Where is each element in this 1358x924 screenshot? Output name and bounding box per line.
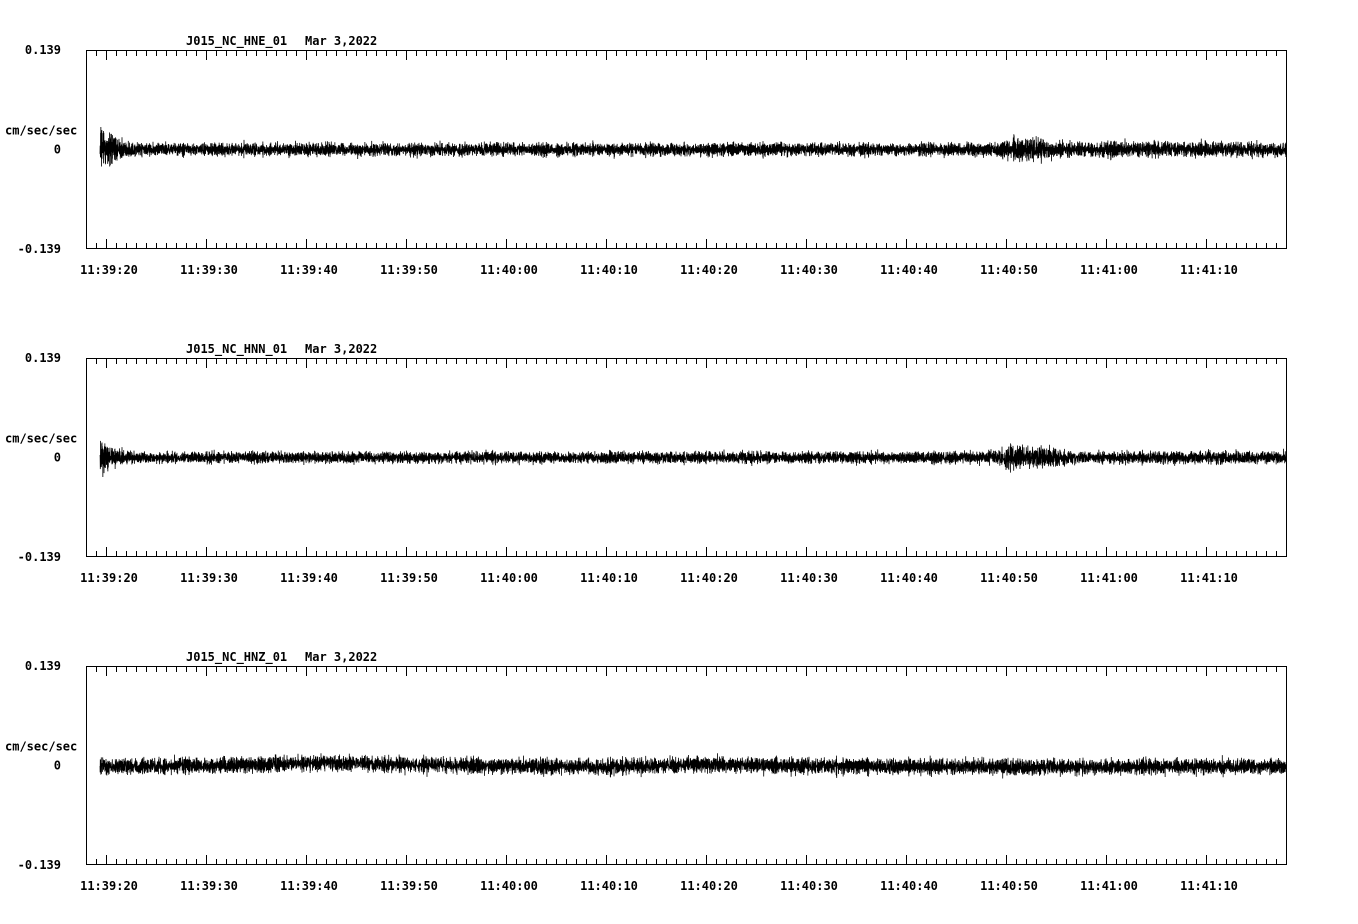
- x-tick-label: 11:39:20: [80, 571, 138, 585]
- x-tick-label: 11:39:30: [180, 571, 238, 585]
- x-tick-label: 11:40:10: [580, 879, 638, 893]
- x-tick-label: 11:39:30: [180, 263, 238, 277]
- x-tick-label: 11:39:50: [380, 263, 438, 277]
- x-tick-label: 11:40:30: [780, 879, 838, 893]
- x-tick-label: 11:39:50: [380, 571, 438, 585]
- y-tick-label-max: 0.139: [25, 351, 61, 365]
- y-tick-label-min: -0.139: [18, 242, 61, 256]
- panel-date: Mar 3,2022: [305, 34, 377, 48]
- panel-date: Mar 3,2022: [305, 650, 377, 664]
- y-tick-label-max: 0.139: [25, 43, 61, 57]
- x-tick-label: 11:39:30: [180, 879, 238, 893]
- waveform-trace: [99, 753, 1287, 779]
- seismogram-panel-1: J015_NC_HNE_01 Mar 3,2022 0.139 0 -0.139 cm/s…: [5, 34, 1287, 277]
- x-tick-label: 11:40:40: [880, 879, 938, 893]
- x-tick-label: 11:41:00: [1080, 263, 1138, 277]
- seismogram-figure: J015_NC_HNE_01 Mar 3,2022 0.139 0 -0.139 cm/s…: [5, 34, 1287, 893]
- x-tick-label: 11:40:00: [480, 263, 538, 277]
- x-tick-label: 11:41:10: [1180, 571, 1238, 585]
- panel-date: Mar 3,2022: [305, 342, 377, 356]
- x-tick-label: 11:40:10: [580, 571, 638, 585]
- x-tick-label: 11:40:20: [680, 263, 738, 277]
- y-tick-label-min: -0.139: [18, 858, 61, 872]
- y-tick-label-zero: 0: [54, 759, 61, 773]
- waveform-trace: [99, 440, 1287, 478]
- y-tick-label-min: -0.139: [18, 550, 61, 564]
- y-axis-label: cm/sec/sec: [5, 740, 77, 754]
- seismogram-panel-2: J015_NC_HNN_01 Mar 3,2022 0.139 0 -0.139 cm/s…: [5, 342, 1287, 585]
- panel-title: J015_NC_HNE_01: [186, 34, 287, 49]
- x-tick-label: 11:39:50: [380, 879, 438, 893]
- x-tick-label: 11:39:20: [80, 879, 138, 893]
- x-tick-label: 11:39:20: [80, 263, 138, 277]
- x-tick-label: 11:40:00: [480, 571, 538, 585]
- x-tick-label: 11:39:40: [280, 879, 338, 893]
- y-axis-label: cm/sec/sec: [5, 124, 77, 138]
- x-tick-label: 11:40:20: [680, 879, 738, 893]
- x-tick-label: 11:40:40: [880, 263, 938, 277]
- x-tick-label: 11:40:10: [580, 263, 638, 277]
- x-tick-label: 11:41:10: [1180, 879, 1238, 893]
- x-tick-label: 11:40:30: [780, 571, 838, 585]
- x-tick-label: 11:40:50: [980, 571, 1038, 585]
- panel-title: J015_NC_HNZ_01: [186, 650, 287, 665]
- x-tick-label: 11:41:00: [1080, 571, 1138, 585]
- x-tick-label: 11:39:40: [280, 571, 338, 585]
- panel-title: J015_NC_HNN_01: [186, 342, 287, 357]
- x-tick-label: 11:40:50: [980, 879, 1038, 893]
- x-tick-label: 11:40:40: [880, 571, 938, 585]
- x-tick-label: 11:40:50: [980, 263, 1038, 277]
- x-tick-label: 11:41:10: [1180, 263, 1238, 277]
- x-tick-label: 11:40:30: [780, 263, 838, 277]
- y-tick-label-max: 0.139: [25, 659, 61, 673]
- x-tick-label: 11:39:40: [280, 263, 338, 277]
- y-tick-label-zero: 0: [54, 143, 61, 157]
- waveform-trace: [99, 127, 1287, 167]
- x-tick-label: 11:40:00: [480, 879, 538, 893]
- y-tick-label-zero: 0: [54, 451, 61, 465]
- x-tick-label: 11:40:20: [680, 571, 738, 585]
- y-axis-label: cm/sec/sec: [5, 432, 77, 446]
- x-tick-label: 11:41:00: [1080, 879, 1138, 893]
- seismogram-panel-3: J015_NC_HNZ_01 Mar 3,2022 0.139 0 -0.139 cm/s…: [5, 650, 1287, 893]
